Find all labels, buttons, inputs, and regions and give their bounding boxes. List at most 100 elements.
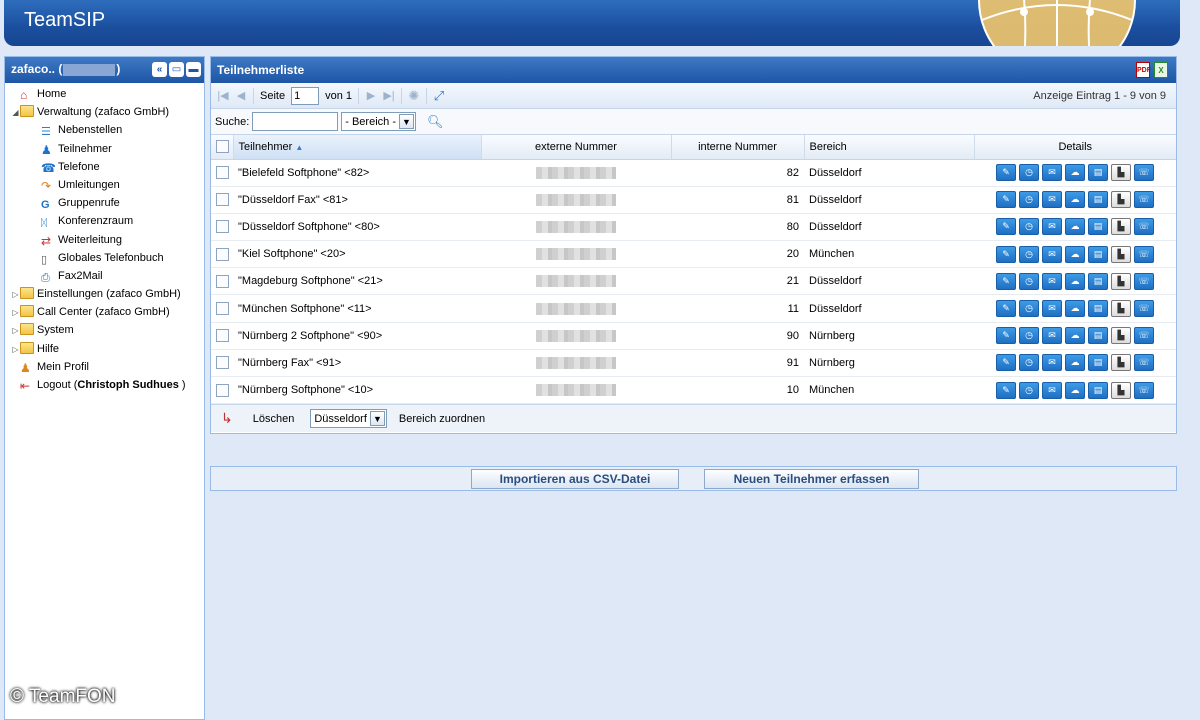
search-icon[interactable]: 🔍︎ <box>427 114 444 130</box>
card-icon[interactable]: ▤ <box>1088 381 1108 399</box>
edit-icon[interactable]: ✎ <box>996 218 1016 236</box>
table-row[interactable]: "München Softphone" <11> 11 Düsseldorf ✎ ◷ ✉ ☁… <box>211 294 1176 323</box>
mail-icon[interactable]: ✉ <box>1042 354 1062 372</box>
chat-icon[interactable]: ☁ <box>1065 354 1085 372</box>
row-checkbox[interactable] <box>216 166 229 180</box>
mail-icon[interactable]: ✉ <box>1042 164 1062 182</box>
restore-panel-button[interactable]: ▭ <box>169 62 184 77</box>
call-icon[interactable]: ☏ <box>1134 354 1154 372</box>
call-icon[interactable]: ☏ <box>1134 245 1154 263</box>
chat-icon[interactable]: ☁ <box>1065 191 1085 209</box>
next-page-icon[interactable]: ▶ <box>365 89 377 102</box>
chat-icon[interactable]: ☁ <box>1065 327 1085 345</box>
chat-icon[interactable]: ☁ <box>1065 300 1085 318</box>
expanded-arrow-icon[interactable]: ◢ <box>11 104 20 122</box>
card-icon[interactable]: ▤ <box>1088 354 1108 372</box>
card-icon[interactable]: ▤ <box>1088 191 1108 209</box>
history-icon[interactable]: ◷ <box>1019 245 1039 263</box>
row-checkbox[interactable] <box>216 274 229 288</box>
fullscreen-icon[interactable]: ⤢ <box>433 88 445 104</box>
pdf-doc-icon[interactable]: ▙ <box>1111 381 1131 399</box>
history-icon[interactable]: ◷ <box>1019 272 1039 290</box>
edit-icon[interactable]: ✎ <box>996 354 1016 372</box>
nav-item-home[interactable]: ⌂ Home <box>5 85 204 103</box>
column-header-interne-nummer[interactable]: interne Nummer <box>671 135 805 160</box>
table-row[interactable]: "Nürnberg Softphone" <10> 10 München ✎ ◷ ✉ ☁ ▤ ▙… <box>211 376 1176 405</box>
select-all-checkbox-cell[interactable] <box>211 135 234 160</box>
chat-icon[interactable]: ☁ <box>1065 272 1085 290</box>
chevron-down-icon[interactable]: ▼ <box>369 411 385 427</box>
import-csv-button[interactable]: Importieren aus CSV-Datei <box>471 469 679 489</box>
mail-icon[interactable]: ✉ <box>1042 300 1062 318</box>
nav-item-konferenzraum[interactable]: ᛞ Konferenzraum <box>5 212 204 230</box>
search-input[interactable] <box>252 112 339 131</box>
mail-icon[interactable]: ✉ <box>1042 191 1062 209</box>
pdf-doc-icon[interactable]: ▙ <box>1111 245 1131 263</box>
mail-icon[interactable]: ✉ <box>1042 245 1062 263</box>
nav-item-nebenstellen[interactable]: ☰ Nebenstellen <box>5 121 204 139</box>
pdf-doc-icon[interactable]: ▙ <box>1111 327 1131 345</box>
history-icon[interactable]: ◷ <box>1019 300 1039 318</box>
chevron-down-icon[interactable]: ▼ <box>399 114 414 129</box>
assign-area-button[interactable]: Bereich zuordnen <box>399 413 485 425</box>
table-row[interactable]: "Bielefeld Softphone" <82> 82 Düsseldorf ✎ ◷… <box>211 159 1176 187</box>
page-number-input[interactable] <box>291 86 320 105</box>
pdf-doc-icon[interactable]: ▙ <box>1111 354 1131 372</box>
history-icon[interactable]: ◷ <box>1019 218 1039 236</box>
pdf-doc-icon[interactable]: ▙ <box>1111 191 1131 209</box>
row-checkbox[interactable] <box>216 302 229 316</box>
history-icon[interactable]: ◷ <box>1019 191 1039 209</box>
edit-icon[interactable]: ✎ <box>996 272 1016 290</box>
nav-item-fax2mail[interactable]: ⎙ Fax2Mail <box>5 267 204 285</box>
card-icon[interactable]: ▤ <box>1088 327 1108 345</box>
collapsed-arrow-icon[interactable]: ▷ <box>11 341 20 359</box>
row-checkbox[interactable] <box>216 220 229 234</box>
nav-item-gruppenrufe[interactable]: G Gruppenrufe <box>5 194 204 212</box>
collapse-panel-button[interactable]: « <box>152 62 167 77</box>
table-row[interactable]: "Kiel Softphone" <20> 20 München ✎ ◷ ✉ ☁ ▤ ▙ ☏ <box>211 240 1176 269</box>
pdf-doc-icon[interactable]: ▙ <box>1111 272 1131 290</box>
export-excel-icon[interactable]: X <box>1154 62 1168 78</box>
row-checkbox[interactable] <box>216 383 229 397</box>
assign-area-select[interactable]: Düsseldorf ▼ <box>310 409 387 429</box>
pdf-doc-icon[interactable]: ▙ <box>1111 164 1131 182</box>
previous-page-icon[interactable]: ◀ <box>235 89 247 102</box>
last-page-icon[interactable]: ▶| <box>383 89 395 102</box>
card-icon[interactable]: ▤ <box>1088 218 1108 236</box>
nav-item-telefone[interactable]: ☎ Telefone <box>5 158 204 176</box>
call-icon[interactable]: ☏ <box>1134 300 1154 318</box>
mail-icon[interactable]: ✉ <box>1042 272 1062 290</box>
collapsed-arrow-icon[interactable]: ▷ <box>11 286 20 304</box>
area-filter-select[interactable]: - Bereich - ▼ <box>341 112 416 131</box>
card-icon[interactable]: ▤ <box>1088 164 1108 182</box>
table-row[interactable]: "Magdeburg Softphone" <21> 21 Düsseldorf ✎ ◷… <box>211 267 1176 296</box>
nav-item-logout[interactable]: ⇤ Logout (Christoph Sudhues ) <box>5 376 204 394</box>
chat-icon[interactable]: ☁ <box>1065 218 1085 236</box>
table-row[interactable]: "Düsseldorf Softphone" <80> 80 Düsseldorf ✎… <box>211 213 1176 242</box>
delete-link[interactable]: Löschen <box>253 413 295 425</box>
table-row[interactable]: "Nürnberg 2 Softphone" <90> 90 Nürnberg ✎ ◷ ✉… <box>211 322 1176 350</box>
call-icon[interactable]: ☏ <box>1134 218 1154 236</box>
mail-icon[interactable]: ✉ <box>1042 381 1062 399</box>
nav-item-verwaltung[interactable]: ◢ Verwaltung (zafaco GmbH) <box>5 103 204 121</box>
history-icon[interactable]: ◷ <box>1019 354 1039 372</box>
edit-icon[interactable]: ✎ <box>996 191 1016 209</box>
chat-icon[interactable]: ☁ <box>1065 164 1085 182</box>
edit-icon[interactable]: ✎ <box>996 381 1016 399</box>
nav-item-umleitungen[interactable]: ↷ Umleitungen <box>5 176 204 194</box>
row-checkbox[interactable] <box>216 329 229 343</box>
first-page-icon[interactable]: |◀ <box>217 89 229 102</box>
row-checkbox[interactable] <box>216 193 229 207</box>
table-row[interactable]: "Düsseldorf Fax" <81> 81 Düsseldorf ✎ ◷ ✉ ☁ ▤ ▙ ☏ <box>211 186 1176 214</box>
card-icon[interactable]: ▤ <box>1088 272 1108 290</box>
card-icon[interactable]: ▤ <box>1088 245 1108 263</box>
table-row[interactable]: "Nürnberg Fax" <91> 91 Nürnberg ✎ ◷ ✉ ☁ ▤ ▙ ☏ <box>211 349 1176 378</box>
pdf-doc-icon[interactable]: ▙ <box>1111 300 1131 318</box>
edit-icon[interactable]: ✎ <box>996 245 1016 263</box>
history-icon[interactable]: ◷ <box>1019 327 1039 345</box>
column-header-externe-nummer[interactable]: externe Nummer <box>481 135 672 160</box>
nav-item-weiterleitung[interactable]: ⇄ Weiterleitung <box>5 231 204 249</box>
edit-icon[interactable]: ✎ <box>996 164 1016 182</box>
chat-icon[interactable]: ☁ <box>1065 381 1085 399</box>
chat-icon[interactable]: ☁ <box>1065 245 1085 263</box>
